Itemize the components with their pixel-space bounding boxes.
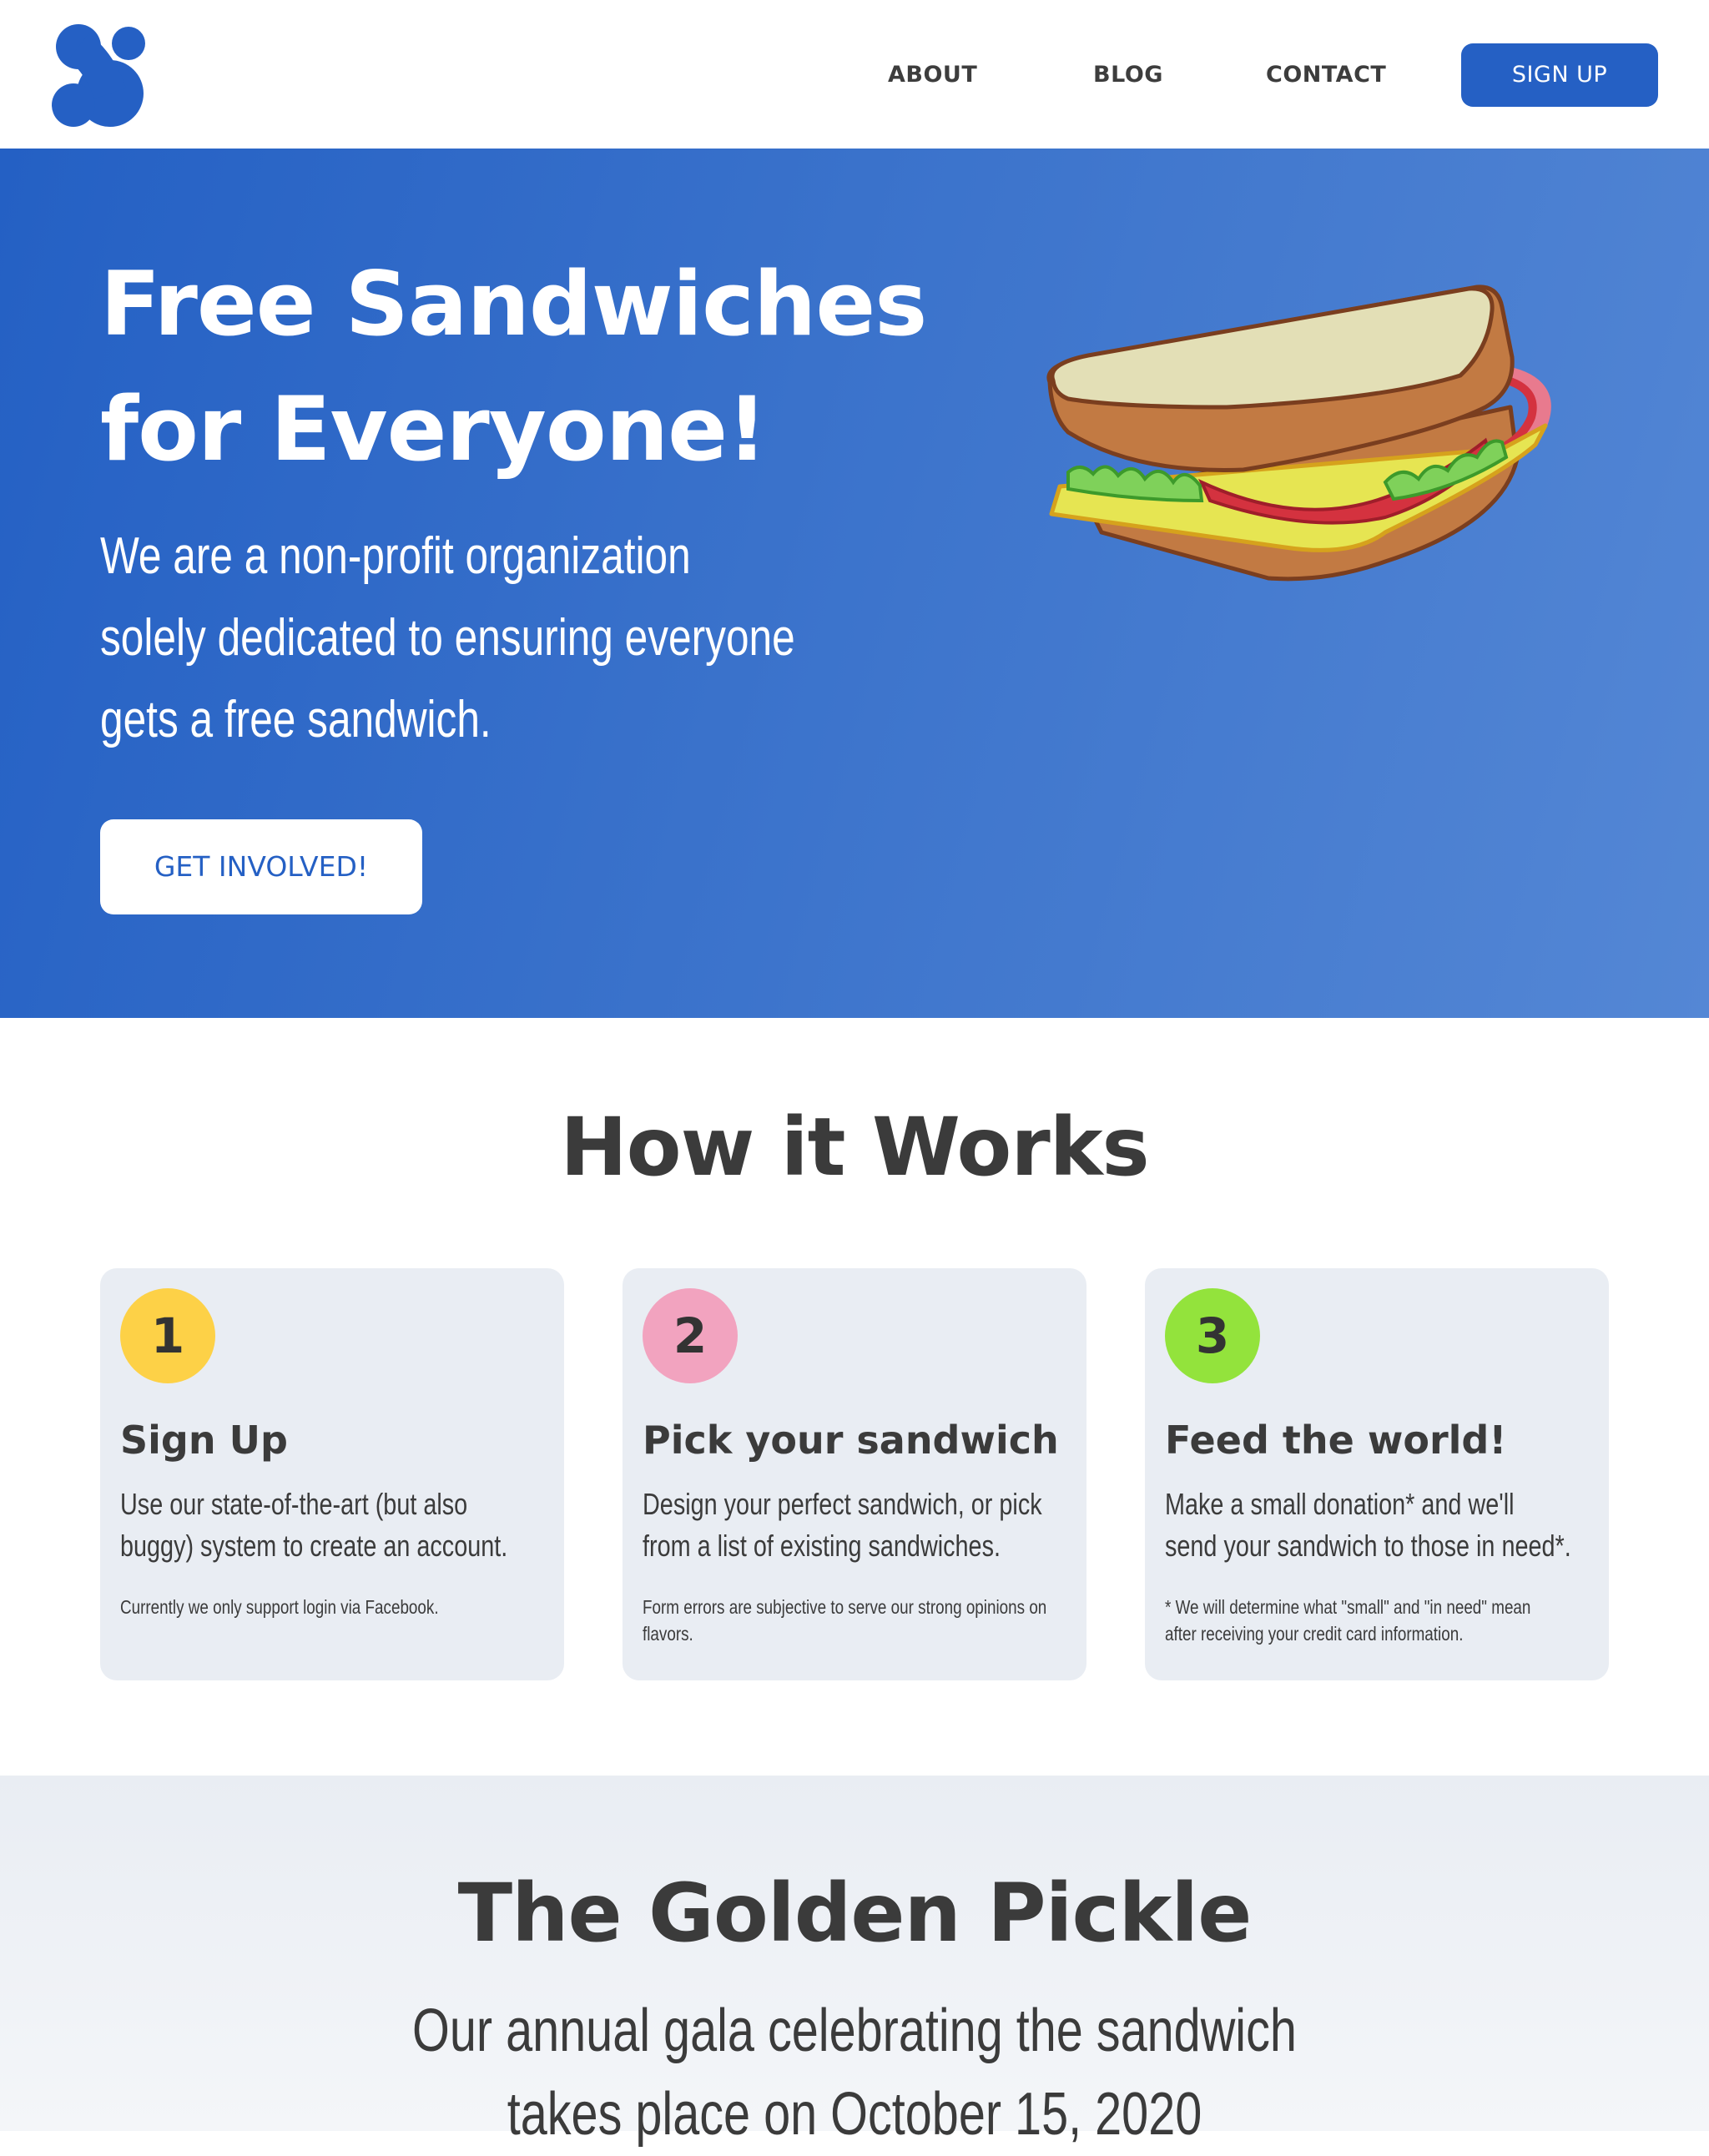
step-footnote: Currently we only support login via Face… <box>120 1594 558 1620</box>
hero-description-line: gets a free sandwich. <box>100 691 492 748</box>
step-footnote-line: after receiving your credit card informa… <box>1165 1623 1464 1645</box>
hero-title: Free Sandwiches for Everyone! <box>100 242 935 492</box>
step-card: 3 Feed the world! Make a small donation*… <box>1145 1268 1609 1680</box>
step-number-badge: 2 <box>643 1288 738 1383</box>
step-number-badge: 1 <box>120 1288 215 1383</box>
hero-description-line: solely dedicated to ensuring everyone <box>100 609 795 667</box>
s-logo-icon[interactable] <box>50 22 150 128</box>
nav-about[interactable]: ABOUT <box>888 58 977 92</box>
step-footnote-line: Currently we only support login via Face… <box>120 1596 439 1618</box>
step-footnote-line: * We will determine what "small" and "in… <box>1165 1596 1531 1618</box>
nav-blog[interactable]: BLOG <box>1093 58 1163 92</box>
step-description-line: buggy) system to create an account. <box>120 1529 508 1563</box>
hero-description-line: We are a non-profit organization <box>100 527 691 585</box>
signup-button[interactable]: SIGN UP <box>1461 43 1658 107</box>
step-title: Feed the world! <box>1165 1418 1507 1463</box>
gala-description-line: Our annual gala celebrating the sandwich <box>412 1997 1297 2064</box>
step-card: 1 Sign Up Use our state-of-the-art (but … <box>100 1268 564 1680</box>
step-number-badge: 3 <box>1165 1288 1260 1383</box>
step-footnote-line: flavors. <box>643 1623 693 1645</box>
gala-title: The Golden Pickle <box>457 1866 1253 1960</box>
nav-contact[interactable]: CONTACT <box>1266 58 1386 92</box>
step-description-line: from a list of existing sandwiches. <box>643 1529 1001 1563</box>
step-description-line: send your sandwich to those in need*. <box>1165 1529 1571 1563</box>
step-title: Sign Up <box>120 1418 288 1463</box>
hero-title-line: for Everyone! <box>100 378 767 481</box>
step-description: Design your perfect sandwich, or pick fr… <box>643 1484 1070 1567</box>
gala-section: The Golden Pickle Our annual gala celebr… <box>0 1776 1709 2148</box>
step-card: 2 Pick your sandwich Design your perfect… <box>623 1268 1086 1680</box>
step-description-line: Design your perfect sandwich, or pick <box>643 1487 1042 1521</box>
hero-section: Free Sandwiches for Everyone! We are a n… <box>0 149 1709 1018</box>
gala-description: Our annual gala celebrating the sandwich… <box>187 1989 1522 2156</box>
hero-description: We are a non-profit organization solely … <box>100 516 901 761</box>
step-description-line: Use our state-of-the-art (but also <box>120 1487 468 1521</box>
sandwich-illustration <box>1046 285 1551 582</box>
site-header: ABOUT BLOG CONTACT SIGN UP <box>0 0 1709 149</box>
hero-title-line: Free Sandwiches <box>100 253 927 355</box>
step-title: Pick your sandwich <box>643 1418 1059 1463</box>
step-footnote: Form errors are subjective to serve our … <box>643 1594 1081 1647</box>
step-description: Use our state-of-the-art (but also buggy… <box>120 1484 547 1567</box>
step-description-line: Make a small donation* and we'll <box>1165 1487 1515 1521</box>
gala-description-line: takes place on October 15, 2020 <box>507 2081 1202 2148</box>
step-footnote-line: Form errors are subjective to serve our … <box>643 1596 1047 1618</box>
step-description: Make a small donation* and we'll send yo… <box>1165 1484 1592 1567</box>
step-footnote: * We will determine what "small" and "in… <box>1165 1594 1603 1647</box>
get-involved-button[interactable]: GET INVOLVED! <box>100 819 422 914</box>
how-it-works-title: How it Works <box>560 1101 1149 1194</box>
